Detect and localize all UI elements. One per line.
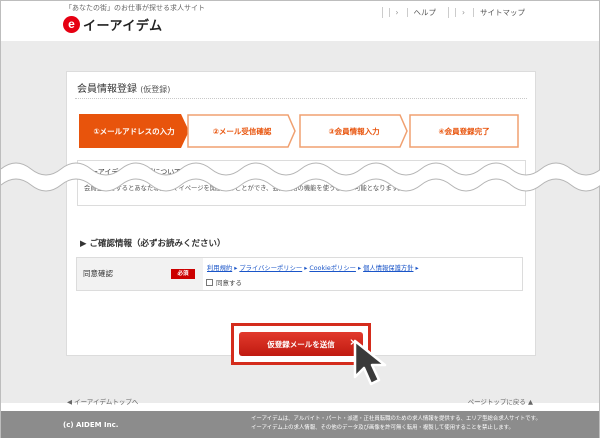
agree-checkbox-row[interactable]: 同意する — [206, 277, 242, 287]
footer-note-line-2: イーアイデム上の求人情報、その他のデータ及び画像を許可無く転用・複製して使用する… — [251, 425, 514, 431]
sitemap-link-label: サイトマップ — [473, 8, 531, 17]
page-subtitle: (仮登録) — [140, 85, 171, 94]
torn-page-divider — [1, 162, 600, 192]
step-3: ③会員情報入力 — [299, 114, 409, 148]
step-1-label: ①メールアドレスの入力 — [93, 126, 175, 136]
chevron-right-icon: › — [388, 8, 405, 17]
chevron-right-icon: › — [455, 8, 471, 17]
logo-text: イーアイデム — [83, 18, 163, 34]
help-link[interactable]: › ヘルプ — [381, 7, 449, 18]
footer-note-line-1: イーアイデムは、アルバイト・パート・派遣・正社員転職のための求人情報を提供する、… — [251, 416, 541, 422]
step-4-label: ④会員登録完了 — [438, 126, 490, 136]
privacy-policy-link[interactable]: プライバシーポリシー — [239, 265, 302, 272]
agree-checkbox[interactable] — [206, 278, 213, 286]
registration-panel: 会員情報登録 (仮登録) ①メールアドレスの入力 ②メール受信確認 ③会員情報入… — [66, 71, 536, 356]
utility-links: › ヘルプ › サイトマップ — [381, 7, 538, 18]
policy-links: 利用規約 ▸ プライバシーポリシー ▸ Cookieポリシー ▸ 個人情報保護方… — [207, 263, 419, 272]
site-footer: (c) AIDEM Inc. イーアイデムは、アルバイト・パート・派遣・正社員転… — [1, 411, 599, 438]
site-header: 「あなたの街」のお仕事が探せる求人サイト e イーアイデム › ヘルプ › サイトマ… — [1, 1, 599, 41]
page-frame: 「あなたの街」のお仕事が探せる求人サイト e イーアイデム › ヘルプ › サイトマ… — [0, 0, 600, 438]
step-3-label: ③会員情報入力 — [328, 126, 380, 136]
agreement-box: 同意確認 必須 利用規約 ▸ プライバシーポリシー ▸ Cookieポリシー ▸… — [76, 257, 523, 291]
step-indicator: ①メールアドレスの入力 ②メール受信確認 ③会員情報入力 ④会員登録完了 — [79, 114, 523, 148]
help-link-label: ヘルプ — [406, 8, 442, 17]
sitemap-link[interactable]: › サイトマップ — [448, 7, 537, 18]
submit-button-label: 仮登録メールを送信 — [267, 339, 335, 349]
link-separator: ▸ — [413, 265, 419, 272]
notice-title: ▶ ご確認情報（必ずお読みください） — [80, 239, 226, 249]
back-to-top-page-link[interactable]: ◀ イーアイデムトップへ — [67, 396, 138, 406]
page-top-link[interactable]: ページトップに戻る ▲ — [468, 396, 533, 406]
required-badge: 必須 — [171, 269, 195, 279]
agree-checkbox-label: 同意する — [216, 279, 242, 287]
title-divider — [75, 98, 527, 99]
tagline: 「あなたの街」のお仕事が探せる求人サイト — [65, 4, 205, 12]
mouse-cursor-icon — [353, 339, 387, 386]
step-4: ④会員登録完了 — [409, 114, 519, 148]
send-provisional-registration-button[interactable]: 仮登録メールを送信 › — [239, 332, 363, 356]
personal-info-policy-link[interactable]: 個人情報保護方針 — [363, 265, 413, 272]
cookie-policy-link[interactable]: Cookieポリシー — [309, 265, 356, 272]
step-2-label: ②メール受信確認 — [212, 126, 272, 136]
logo-mark: e — [63, 15, 80, 33]
copyright: (c) AIDEM Inc. — [63, 421, 119, 429]
step-2: ②メール受信確認 — [187, 114, 297, 148]
site-logo[interactable]: e イーアイデム — [63, 15, 163, 34]
page-title: 会員情報登録 (仮登録) — [77, 80, 170, 95]
page-title-text: 会員情報登録 — [77, 84, 137, 95]
step-1: ①メールアドレスの入力 — [79, 114, 189, 148]
terms-link[interactable]: 利用規約 — [207, 265, 232, 272]
footer-note: イーアイデムは、アルバイト・パート・派遣・正社員転職のための求人情報を提供する、… — [251, 415, 541, 433]
